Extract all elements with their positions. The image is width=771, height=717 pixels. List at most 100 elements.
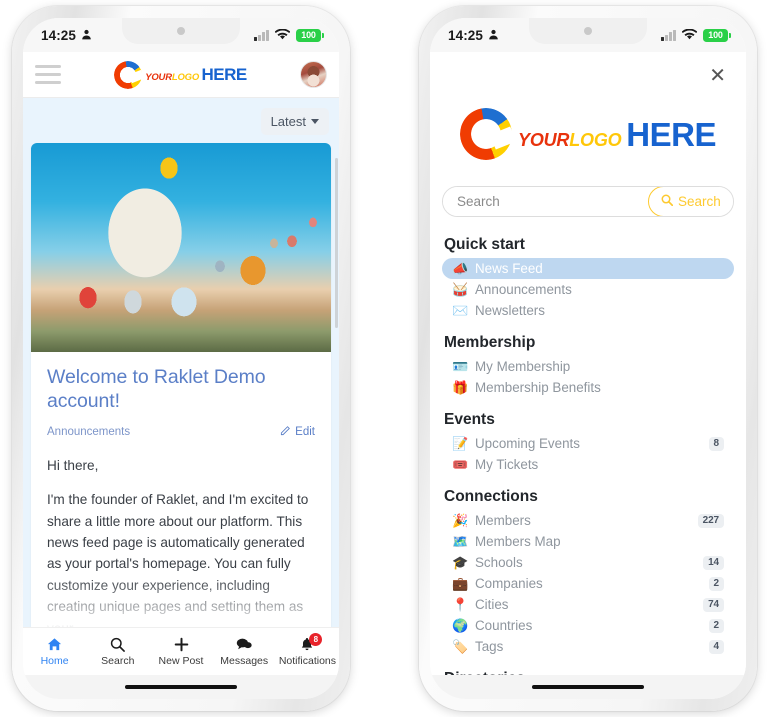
feed-scrollbar[interactable] (335, 158, 338, 328)
menu-item-companies[interactable]: 💼 Companies 2 (442, 573, 734, 594)
home-indicator[interactable] (532, 684, 644, 690)
search-icon (110, 636, 126, 652)
menu-item-members-map[interactable]: 🗺️ Members Map (442, 531, 734, 552)
home-indicator-bar (430, 675, 746, 699)
menu-item-newsletters[interactable]: ✉️ Newsletters (442, 300, 734, 321)
menu-item-label: Countries (475, 618, 533, 633)
post-title: Welcome to Raklet Demo account! (47, 366, 266, 412)
logo-wordmark: YOURLOGO HERE (518, 118, 716, 151)
hamburger-menu-icon[interactable] (35, 65, 61, 84)
graduation-cap-icon: 🎓 (452, 555, 469, 570)
menu-item-members[interactable]: 🎉 Members 227 (442, 510, 734, 531)
tab-search[interactable]: Search (86, 636, 149, 667)
logo-your: YOUR (145, 71, 172, 83)
tab-notifications[interactable]: 8 Notifications (276, 633, 339, 667)
battery-indicator: 100 (703, 28, 731, 42)
status-time-group: 14:25 (448, 28, 499, 43)
menu-item-schools[interactable]: 🎓 Schools 14 (442, 552, 734, 573)
tab-label: Messages (220, 655, 269, 667)
logo-here: HERE (626, 115, 716, 153)
menu-brand-logo[interactable]: YOURLOGO HERE (430, 86, 746, 186)
menu-item-count: 2 (708, 618, 724, 633)
device-notch (529, 18, 647, 44)
status-time: 14:25 (41, 27, 77, 43)
plus-icon (174, 636, 189, 652)
globe-icon: 🌍 (452, 618, 469, 633)
briefcase-icon: 💼 (452, 576, 469, 591)
menu-item-tags[interactable]: 🏷️ Tags 4 (442, 636, 734, 657)
edit-button[interactable]: Edit (280, 425, 315, 439)
logo-top-line: YOURLOGO (518, 130, 626, 150)
logo-logo: LOGO (569, 129, 622, 150)
menu-item-label: News Feed (475, 261, 543, 276)
status-time-group: 14:25 (41, 28, 92, 43)
menu-item-news-feed[interactable]: 📣 News Feed (442, 258, 734, 279)
group-title-quick-start: Quick start (444, 236, 525, 253)
tab-label: Search (101, 655, 135, 667)
ticket-icon: 🎟️ (452, 457, 469, 472)
status-indicators: 100 (254, 28, 324, 43)
news-feed: Latest Welcome to Raklet Demo account! A… (23, 98, 339, 627)
search-button[interactable]: Search (648, 187, 733, 216)
menu-item-upcoming-events[interactable]: 📝 Upcoming Events 8 (442, 433, 734, 454)
menu-item-cities[interactable]: 📍 Cities 74 (442, 594, 734, 615)
menu-item-label: Cities (475, 597, 509, 612)
user-avatar[interactable] (299, 61, 327, 88)
post-image (31, 143, 331, 352)
post-card-body: Welcome to Raklet Demo account! Announce… (31, 352, 331, 627)
menu-item-count: 8 (708, 436, 724, 451)
status-indicators: 100 (661, 28, 731, 43)
group-title-membership: Membership (444, 334, 536, 351)
menu-item-label: Schools (475, 555, 523, 570)
text-fade-overlay (47, 577, 315, 627)
device-notch (122, 18, 240, 44)
sort-label: Latest (270, 114, 306, 129)
id-card-icon: 🪪 (452, 359, 469, 374)
post-meta: Announcements Edit (47, 425, 315, 439)
tab-messages[interactable]: Messages (213, 636, 276, 667)
tab-home[interactable]: Home (23, 636, 86, 667)
search-icon (661, 194, 674, 209)
search-box: Search (442, 186, 734, 217)
menu-item-count: 4 (708, 639, 724, 654)
menu-item-count: 2 (708, 576, 724, 591)
memo-icon: 📝 (452, 436, 469, 451)
menu-item-membership-benefits[interactable]: 🎁 Membership Benefits (442, 377, 734, 398)
logo-logo: LOGO (171, 71, 200, 83)
menu-item-my-membership[interactable]: 🪪 My Membership (442, 356, 734, 377)
home-indicator[interactable] (125, 684, 237, 690)
right-status-bar: 14:25 100 (430, 18, 746, 52)
menu-item-my-tickets[interactable]: 🎟️ My Tickets (442, 454, 734, 475)
menu-item-count: 227 (697, 513, 724, 528)
logo-top-line: YOURLOGO (145, 72, 201, 83)
close-icon[interactable]: ✕ (709, 66, 726, 86)
tab-new-post[interactable]: New Post (149, 636, 212, 667)
brand-logo[interactable]: YOURLOGO HERE (114, 60, 248, 89)
group-title-connections: Connections (444, 488, 538, 505)
menu-list[interactable]: Quick start 📣 News Feed 🥁 Announcements … (430, 223, 746, 675)
party-popper-icon: 🎉 (452, 513, 469, 528)
sort-dropdown[interactable]: Latest (260, 108, 329, 135)
post-category[interactable]: Announcements (47, 426, 130, 438)
menu-item-label: Membership Benefits (475, 380, 601, 395)
logo-ring-icon (460, 108, 517, 160)
menu-item-announcements[interactable]: 🥁 Announcements (442, 279, 734, 300)
home-indicator-bar (23, 675, 339, 699)
edit-label: Edit (295, 425, 315, 438)
menu-item-label: Members Map (475, 534, 561, 549)
drum-icon: 🥁 (452, 282, 469, 297)
right-phone-screen: 14:25 100 ✕ YOURLOGO HERE Search Search … (430, 18, 746, 699)
sort-bar: Latest (31, 98, 331, 143)
menu-item-countries[interactable]: 🌍 Countries 2 (442, 615, 734, 636)
menu-item-label: My Membership (475, 359, 571, 374)
person-icon (488, 28, 499, 43)
logo-here: HERE (201, 64, 248, 84)
search-input[interactable] (443, 187, 648, 216)
menu-item-label: Members (475, 513, 531, 528)
app-header: YOURLOGO HERE (23, 52, 339, 98)
cellular-signal-icon (254, 29, 269, 41)
post-card: Welcome to Raklet Demo account! Announce… (31, 143, 331, 627)
menu-item-label: Tags (475, 639, 504, 654)
left-status-bar: 14:25 100 (23, 18, 339, 52)
tab-label: Notifications (278, 655, 337, 667)
